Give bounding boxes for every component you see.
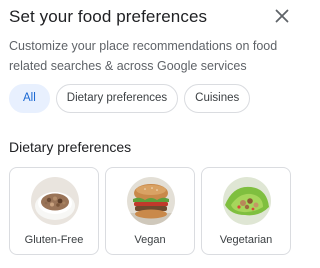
- close-icon: [275, 9, 289, 23]
- card-label-vegan: Vegan: [134, 234, 166, 246]
- dialog-header: Set your food preferences: [9, 6, 291, 28]
- chip-all[interactable]: All: [9, 84, 50, 113]
- card-label-vegetarian: Vegetarian: [219, 234, 273, 246]
- card-gluten-free[interactable]: Gluten-Free: [9, 167, 99, 255]
- card-label-gluten-free: Gluten-Free: [24, 234, 84, 246]
- lettuce-wrap-image: [223, 177, 271, 225]
- card-vegan[interactable]: Vegan: [105, 167, 195, 255]
- dialog-subtitle: Customize your place recommendations on …: [9, 39, 278, 73]
- filter-chips: All Dietary preferences Cuisines: [9, 84, 251, 114]
- close-button[interactable]: [273, 7, 291, 25]
- dialog-title: Set your food preferences: [9, 7, 208, 26]
- chip-dietary-preferences[interactable]: Dietary preferences: [55, 84, 179, 113]
- chip-cuisines[interactable]: Cuisines: [184, 84, 251, 113]
- preference-cards: Gluten-Free Vegan Vegetarian: [9, 167, 291, 255]
- section-title: Dietary preferences: [9, 139, 132, 155]
- veggie-burger-image: [127, 177, 175, 225]
- rice-bowl-image: [31, 177, 79, 225]
- card-vegetarian[interactable]: Vegetarian: [201, 167, 291, 255]
